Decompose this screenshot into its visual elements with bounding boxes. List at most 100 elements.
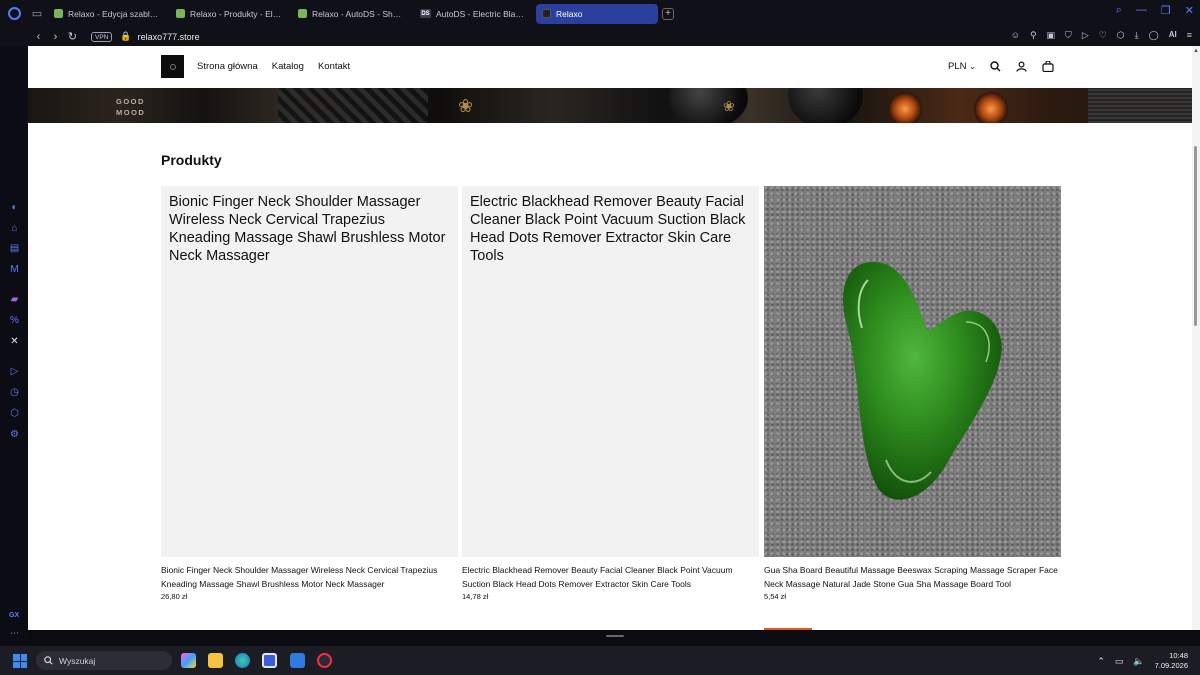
- pin-icon[interactable]: ⚲: [1030, 30, 1037, 41]
- chevron-up-icon[interactable]: ⌃: [1097, 656, 1105, 667]
- tab-label: Relaxo: [556, 8, 583, 19]
- tab-islands-icon[interactable]: ▭: [28, 5, 46, 23]
- product-card[interactable]: Electric Blackhead Remover Beauty Facial…: [462, 186, 759, 601]
- shield-icon[interactable]: ⛉: [1065, 30, 1072, 41]
- restore-icon[interactable]: ❐: [1161, 4, 1171, 17]
- window-controls: ⌕ — ❐ ✕: [1116, 4, 1194, 17]
- banner-text: GOOD MOOD: [116, 96, 145, 118]
- lotus-icon: ❀: [458, 96, 474, 116]
- page-scrollbar[interactable]: ▲: [1192, 46, 1200, 630]
- product-card[interactable]: Gua Sha Board Beautiful Massage Beeswax …: [764, 186, 1061, 601]
- tab-label: Relaxo - Edycja szablonu H: [68, 8, 162, 19]
- tab-2[interactable]: Relaxo - Produkty - Electric: [170, 4, 290, 24]
- back-icon[interactable]: ‹: [30, 31, 47, 43]
- emoji-icon[interactable]: ☺: [1011, 30, 1020, 41]
- nav-contact[interactable]: Kontakt: [318, 61, 350, 72]
- scroll-up-icon[interactable]: ▲: [1193, 48, 1199, 54]
- opera-menu-button[interactable]: [0, 0, 28, 27]
- clock-date: 7.09.2026: [1154, 661, 1188, 670]
- cart-icon[interactable]: [1042, 60, 1054, 72]
- account-icon[interactable]: [1016, 60, 1028, 72]
- taskbar-search[interactable]: Wyszukaj: [36, 651, 172, 670]
- ms-store-icon[interactable]: [262, 653, 277, 668]
- system-tray: ⌃ ▭ 🔈 10:48 7.09.2026: [1097, 651, 1188, 671]
- copilot-icon[interactable]: [181, 653, 196, 668]
- site-logo[interactable]: [161, 55, 184, 78]
- mail-app-icon[interactable]: [290, 653, 305, 668]
- relaxo-icon: [542, 9, 551, 18]
- stone-decoration: [668, 88, 748, 123]
- sync-icon[interactable]: ▤: [9, 243, 20, 254]
- volume-icon[interactable]: 🔈: [1133, 656, 1144, 667]
- nav-catalog[interactable]: Katalog: [272, 61, 304, 72]
- heart-icon[interactable]: ♡: [1099, 30, 1107, 41]
- edge-icon[interactable]: [235, 653, 250, 668]
- product-title[interactable]: Gua Sha Board Beautiful Massage Beeswax …: [764, 563, 1061, 591]
- clock[interactable]: 10:48 7.09.2026: [1155, 651, 1188, 671]
- x-twitter-icon[interactable]: ✕: [9, 336, 20, 347]
- download-icon[interactable]: ⤓: [1135, 30, 1139, 41]
- tab-4[interactable]: DS AutoDS - Electric Blackhea: [414, 4, 534, 24]
- product-image-placeholder[interactable]: Bionic Finger Neck Shoulder Massager Wir…: [161, 186, 458, 557]
- currency-selector[interactable]: PLN ⌄: [948, 61, 976, 72]
- history-icon[interactable]: ◷: [9, 387, 20, 398]
- player-icon[interactable]: ▷: [9, 366, 20, 377]
- mail-icon[interactable]: M: [9, 264, 20, 275]
- product-price: 14,78 zł: [462, 592, 489, 601]
- product-image-placeholder[interactable]: Electric Blackhead Remover Beauty Facial…: [462, 186, 759, 557]
- opera-gx-taskbar-icon[interactable]: [317, 653, 332, 668]
- tab-3[interactable]: Relaxo - AutoDS - Shopify: [292, 4, 412, 24]
- minimize-icon[interactable]: —: [1136, 4, 1147, 17]
- new-tab-button[interactable]: +: [662, 7, 674, 20]
- opera-sidebar: ◐ ⌂ ▤ M ▰ % ✕ ▷ ◷ ⬡ ⚙ GX ⋯: [0, 46, 28, 646]
- tab-5-active[interactable]: Relaxo: [536, 3, 658, 24]
- reload-icon[interactable]: ↻: [64, 30, 81, 43]
- lotus-icon: ❀: [723, 98, 735, 114]
- windows-start-icon[interactable]: [13, 654, 27, 668]
- store-icon[interactable]: ⌂: [9, 223, 20, 234]
- forward-icon[interactable]: ›: [47, 31, 64, 43]
- search-placeholder: Wyszukaj: [59, 655, 96, 666]
- search-tabs-icon[interactable]: ⌕: [1116, 4, 1122, 17]
- site-header: Strona główna Katalog Kontakt PLN ⌄: [28, 46, 1192, 88]
- product-image[interactable]: [764, 186, 1061, 557]
- search-icon[interactable]: [990, 60, 1002, 72]
- product-title[interactable]: Bionic Finger Neck Shoulder Massager Wir…: [161, 563, 458, 591]
- extensions-sidebar-icon[interactable]: ⬡: [9, 408, 20, 419]
- close-icon[interactable]: ✕: [1185, 4, 1194, 17]
- gx-label[interactable]: GX: [9, 612, 19, 619]
- url-field[interactable]: relaxo777.store: [138, 32, 200, 42]
- nav-home[interactable]: Strona główna: [197, 61, 258, 72]
- more-icon[interactable]: ⋯: [10, 628, 19, 639]
- camera-icon[interactable]: ▣: [1047, 30, 1056, 41]
- shopify-icon: [298, 9, 307, 18]
- banner-word: MOOD: [116, 108, 146, 117]
- main-nav: Strona główna Katalog Kontakt: [197, 61, 350, 72]
- file-explorer-icon[interactable]: [208, 653, 223, 668]
- aria-icon[interactable]: ◐: [9, 202, 20, 213]
- browser-tab-bar: ▭ Relaxo - Edycja szablonu H Relaxo - Pr…: [0, 0, 1200, 27]
- vpn-badge[interactable]: VPN: [91, 31, 113, 42]
- play-icon[interactable]: ▷: [1082, 30, 1089, 41]
- network-icon[interactable]: ▭: [1115, 656, 1124, 667]
- drag-handle[interactable]: [606, 635, 624, 637]
- product-price: 5,54 zł: [764, 592, 787, 601]
- extensions-icon[interactable]: ⬡: [1117, 30, 1125, 41]
- twitch-icon[interactable]: ▰: [9, 294, 20, 305]
- section-title: Produkty: [161, 152, 222, 168]
- account-icon[interactable]: ◯: [1149, 30, 1159, 41]
- lock-icon[interactable]: 🔒: [120, 31, 131, 42]
- windows-taskbar: Wyszukaj ⌃ ▭ 🔈 10:48 7.09.2026: [0, 646, 1200, 675]
- gua-sha-stone-image: [843, 261, 1002, 500]
- percent-icon[interactable]: %: [9, 315, 20, 326]
- product-title[interactable]: Electric Blackhead Remover Beauty Facial…: [462, 563, 759, 591]
- placeholder-text: Electric Blackhead Remover Beauty Facial…: [470, 194, 746, 264]
- search-icon: [44, 656, 53, 665]
- banner-word: GOOD: [116, 97, 145, 106]
- menu-icon[interactable]: ≡: [1187, 30, 1192, 41]
- product-card[interactable]: Bionic Finger Neck Shoulder Massager Wir…: [161, 186, 458, 601]
- scrollbar-thumb[interactable]: [1194, 146, 1197, 326]
- ai-button[interactable]: AI: [1169, 30, 1177, 41]
- tab-1[interactable]: Relaxo - Edycja szablonu H: [48, 4, 168, 24]
- settings-icon[interactable]: ⚙: [9, 429, 20, 440]
